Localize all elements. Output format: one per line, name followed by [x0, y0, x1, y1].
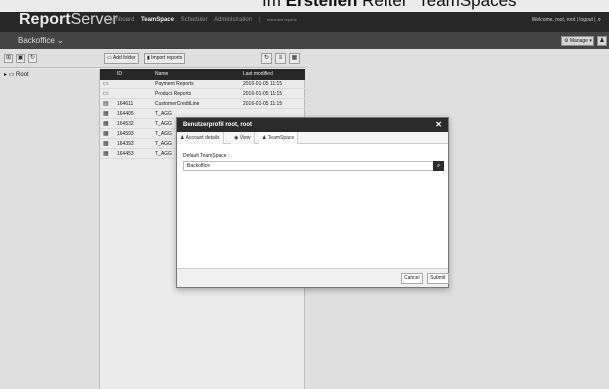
- tab-view[interactable]: ◉ View: [231, 132, 255, 144]
- eye-icon: ◉: [234, 135, 239, 141]
- user-profile-dialog: Benutzerprofil root, root ✕ ♟ Account de…: [176, 117, 449, 288]
- tab-teamspace[interactable]: ♟ TeamSpace: [259, 132, 299, 144]
- group-icon: ♟: [262, 135, 267, 141]
- tab-account-details[interactable]: ♟ Account details: [177, 132, 224, 144]
- dialog-tabs: ♟ Account details ◉ View ♟ TeamSpace: [177, 132, 448, 144]
- close-icon[interactable]: ✕: [435, 118, 442, 132]
- dialog-footer: Cancel Submit: [177, 268, 449, 287]
- default-teamspace-label: Default TeamSpace :: [183, 153, 230, 159]
- submit-button[interactable]: Submit: [427, 273, 449, 284]
- default-teamspace-field[interactable]: Backoffice: [183, 161, 436, 171]
- search-icon[interactable]: ⌕: [433, 161, 444, 171]
- dialog-title: Benutzerprofil root, root ✕: [177, 118, 448, 132]
- user-icon: ♟: [180, 135, 185, 141]
- cancel-button[interactable]: Cancel: [401, 273, 423, 284]
